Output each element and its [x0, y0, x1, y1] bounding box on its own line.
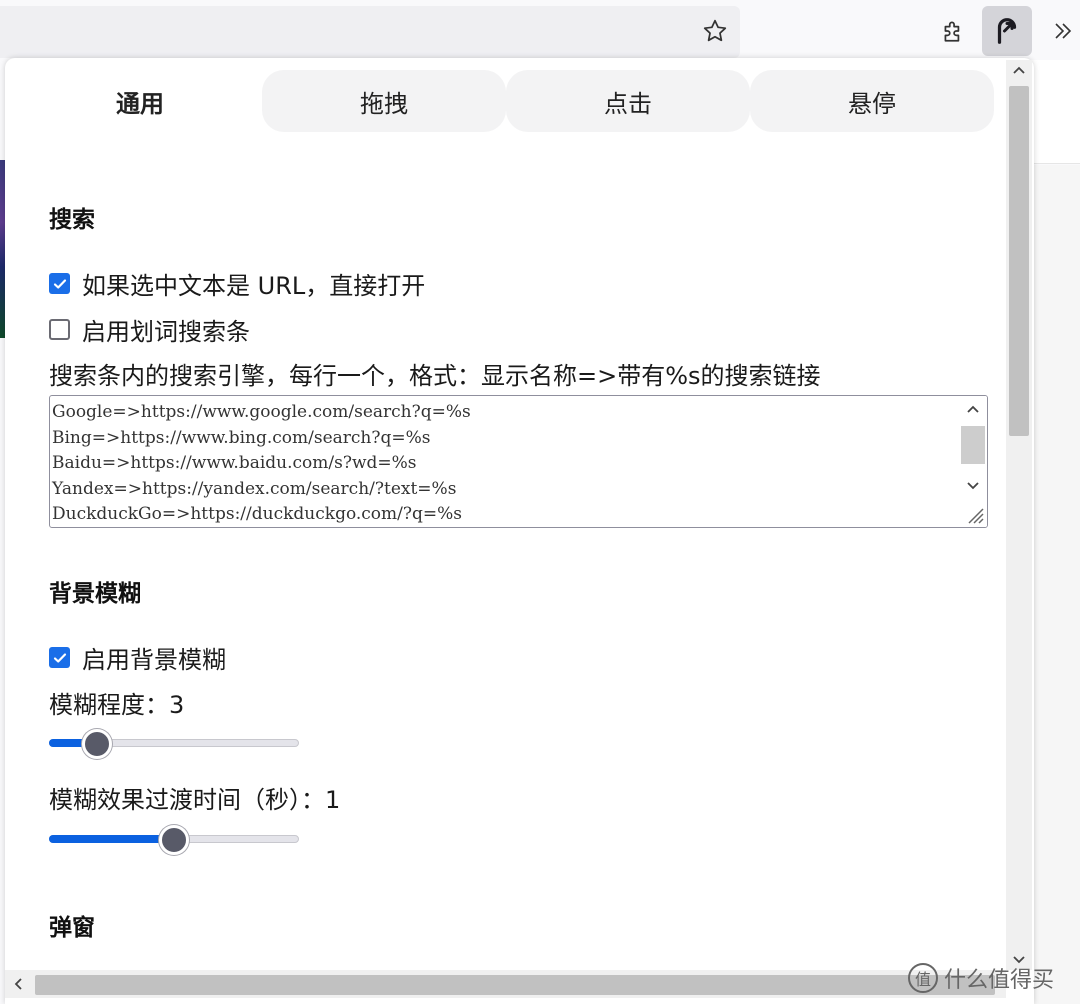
vertical-scroll-thumb[interactable] — [1009, 86, 1029, 436]
background-page — [1030, 165, 1080, 1004]
chevron-up-icon[interactable] — [1009, 60, 1029, 82]
transition-time-slider[interactable] — [49, 824, 299, 855]
section-title-blur: 背景模糊 — [49, 581, 141, 607]
textarea-scroll-thumb[interactable] — [961, 426, 985, 464]
slider-knob[interactable] — [81, 729, 112, 759]
blur-level-text: 模糊程度： — [49, 691, 169, 719]
open-url-checkbox[interactable] — [49, 273, 70, 294]
section-title-popup: 弹窗 — [49, 915, 95, 941]
enable-blur-label: 启用背景模糊 — [82, 646, 226, 674]
puzzle-icon[interactable] — [936, 14, 970, 48]
watermark-logo: 值 — [908, 963, 938, 993]
slider-fill — [49, 835, 174, 843]
blur-level-slider[interactable] — [49, 728, 299, 759]
engines-label: 搜索条内的搜索引擎，每行一个，格式：显示名称=>带有%s的搜索链接 — [49, 362, 821, 390]
bookmark-star-icon[interactable] — [700, 16, 730, 46]
watermark-text: 什么值得买 — [944, 968, 1055, 993]
extension-logo-icon — [997, 18, 1017, 44]
search-engines-textarea[interactable]: Google=>https://www.google.com/search?q=… — [49, 395, 988, 528]
enable-search-bar-option[interactable]: 启用划词搜索条 — [49, 312, 250, 347]
enable-blur-checkbox[interactable] — [49, 647, 70, 668]
extension-popup: 通用 拖拽 点击 悬停 搜索 如果选中文本是 URL，直接打开 启用划词搜索条 … — [5, 58, 1034, 1004]
popup-horizontal-scrollbar[interactable] — [5, 970, 1006, 998]
transition-time-label: 模糊效果过渡时间（秒）：1 — [49, 780, 340, 815]
chevron-up-icon[interactable] — [963, 400, 983, 420]
enable-search-bar-label: 启用划词搜索条 — [82, 318, 250, 346]
enable-search-bar-checkbox[interactable] — [49, 319, 70, 340]
horizontal-scroll-thumb[interactable] — [35, 975, 995, 995]
transition-time-value: 1 — [325, 786, 341, 814]
background-page — [1030, 60, 1080, 164]
chevron-left-icon[interactable] — [9, 974, 29, 994]
blur-level-label: 模糊程度：3 — [49, 685, 184, 720]
search-engines-value[interactable]: Google=>https://www.google.com/search?q=… — [52, 400, 952, 527]
resize-handle-icon[interactable] — [963, 503, 985, 525]
address-bar[interactable] — [0, 6, 740, 58]
open-url-label: 如果选中文本是 URL，直接打开 — [82, 272, 426, 300]
double-chevron-icon[interactable] — [1046, 14, 1080, 48]
check-icon — [53, 652, 66, 663]
chevron-down-icon[interactable] — [963, 475, 983, 495]
check-icon — [53, 278, 66, 289]
open-url-option[interactable]: 如果选中文本是 URL，直接打开 — [49, 266, 425, 301]
slider-knob[interactable] — [159, 825, 189, 855]
extension-logo-button[interactable] — [982, 6, 1032, 56]
enable-blur-option[interactable]: 启用背景模糊 — [49, 640, 226, 675]
blur-level-value: 3 — [169, 691, 185, 719]
watermark: 值 什么值得买 — [908, 962, 1054, 994]
section-title-search: 搜索 — [49, 207, 95, 233]
transition-time-text: 模糊效果过渡时间（秒）： — [49, 786, 325, 814]
popup-vertical-scrollbar[interactable] — [1006, 60, 1032, 970]
settings-content: 搜索 如果选中文本是 URL，直接打开 启用划词搜索条 搜索条内的搜索引擎，每行… — [49, 58, 999, 1004]
